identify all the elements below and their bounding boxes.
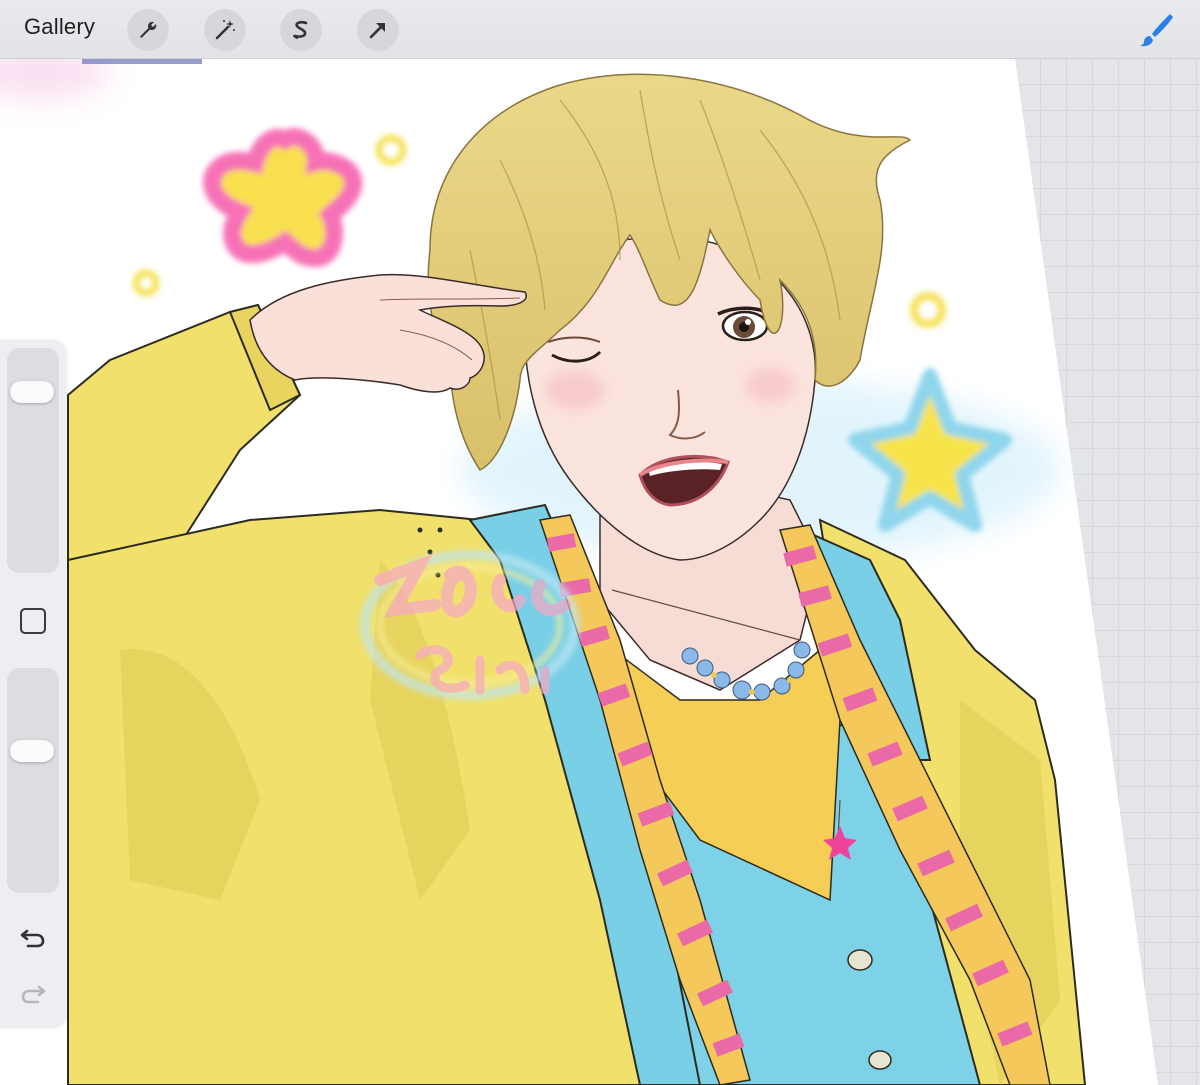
brush-tool-button[interactable]: [1136, 10, 1176, 50]
top-toolbar: Gallery: [0, 0, 1200, 59]
brush-size-slider-handle[interactable]: [10, 381, 54, 404]
arrow-transform-icon: [369, 23, 385, 39]
redo-button[interactable]: [18, 978, 48, 1008]
transform-button[interactable]: [357, 9, 399, 51]
brush-icon: [1140, 14, 1173, 47]
drawing-canvas[interactable]: [0, 58, 1200, 1085]
wrench-icon: [140, 21, 157, 38]
opacity-slider[interactable]: [7, 668, 59, 893]
gallery-button[interactable]: Gallery: [24, 14, 95, 40]
selection-button[interactable]: [280, 9, 322, 51]
adjustments-button[interactable]: [204, 9, 246, 51]
redo-icon: [21, 985, 46, 1004]
modify-button[interactable]: [20, 608, 46, 634]
left-sidebar: [0, 340, 66, 1028]
actions-button[interactable]: [127, 9, 169, 51]
opacity-slider-handle[interactable]: [10, 740, 54, 763]
selection-s-icon: [293, 20, 308, 39]
pink-star-sticker: [203, 128, 363, 268]
undo-icon: [20, 929, 45, 948]
magic-wand-icon: [215, 20, 235, 40]
undo-button[interactable]: [18, 922, 48, 952]
